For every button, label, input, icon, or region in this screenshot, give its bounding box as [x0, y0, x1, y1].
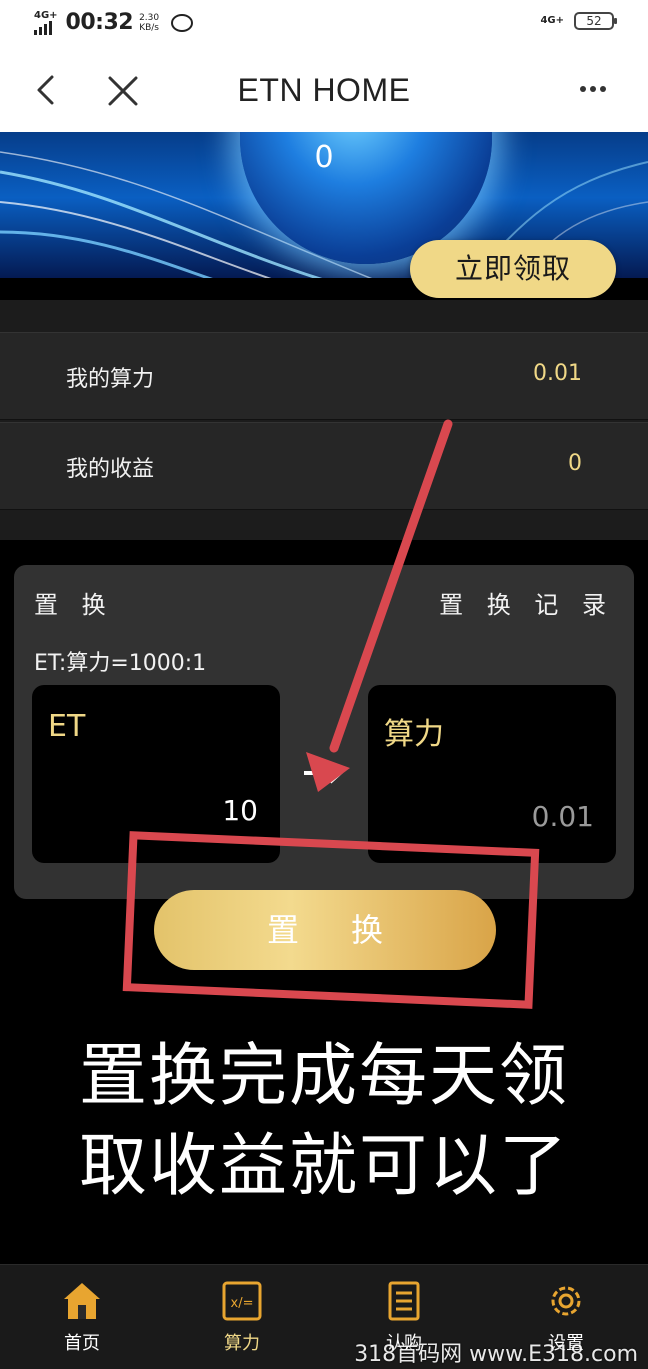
network-speed: 2.30 KB/s: [139, 12, 160, 33]
battery-icon: 52: [574, 12, 617, 30]
banner-balance: 0: [314, 140, 334, 175]
annotation-caption-line1: 置换完成每天领: [78, 1037, 569, 1116]
arrow-right-icon: [304, 762, 343, 784]
et-label: ET: [48, 709, 86, 744]
et-amount-input[interactable]: 10: [222, 794, 258, 827]
more-icon[interactable]: [580, 86, 606, 92]
exchange-button[interactable]: 置换: [154, 890, 496, 970]
hashpower-output-box: 算力 0.01: [368, 685, 616, 863]
exchange-title: 置 换: [34, 591, 114, 619]
exchange-card: 置 换 置 换 记 录 ET:算力=1000:1 ET 10 算力 0.01: [14, 565, 634, 899]
exchange-rate: ET:算力=1000:1: [34, 651, 207, 676]
nav-bar: ETN HOME: [0, 50, 648, 133]
hashpower-label: 算力: [384, 717, 444, 752]
network-indicator-right: 4G+: [540, 15, 564, 26]
network-indicator: 4G+: [34, 10, 58, 35]
gear-icon: [551, 1286, 581, 1316]
stat-label: 我的收益: [66, 457, 155, 482]
stat-row-hashpower: 我的算力 0.01: [0, 332, 648, 420]
tab-label: 首页: [64, 1333, 100, 1354]
receipt-icon: [388, 1281, 420, 1321]
signal-icon: [34, 20, 58, 35]
page-title: ETN HOME: [237, 72, 411, 108]
stat-label: 我的算力: [66, 367, 155, 392]
stat-row-earnings: 我的收益 0: [0, 422, 648, 510]
tab-hashpower[interactable]: x/= 算力: [192, 1273, 292, 1365]
exchange-record-link[interactable]: 置 换 记 录: [439, 585, 614, 620]
status-bar: 4G+ 00:32 2.30 KB/s 4G+ 52: [0, 0, 648, 50]
home-icon: [64, 1283, 100, 1319]
watermark: 318首码网 www.E318.com: [354, 1342, 638, 1367]
calculator-icon: x/=: [222, 1281, 262, 1321]
tab-label: 算力: [224, 1333, 260, 1354]
status-time: 00:32: [65, 10, 134, 35]
stat-value: 0: [568, 451, 582, 476]
claim-now-button[interactable]: 立即领取: [410, 240, 616, 298]
annotation-caption-line2: 取收益就可以了: [78, 1127, 569, 1206]
tab-home[interactable]: 首页: [32, 1273, 132, 1365]
stats-panel: 我的算力 0.01 我的收益 0: [0, 300, 648, 540]
et-input-box[interactable]: ET 10: [32, 685, 280, 863]
hashpower-amount: 0.01: [531, 800, 594, 833]
svg-text:x/=: x/=: [231, 1296, 254, 1311]
wechat-icon: [171, 13, 194, 32]
stat-value: 0.01: [533, 361, 582, 386]
